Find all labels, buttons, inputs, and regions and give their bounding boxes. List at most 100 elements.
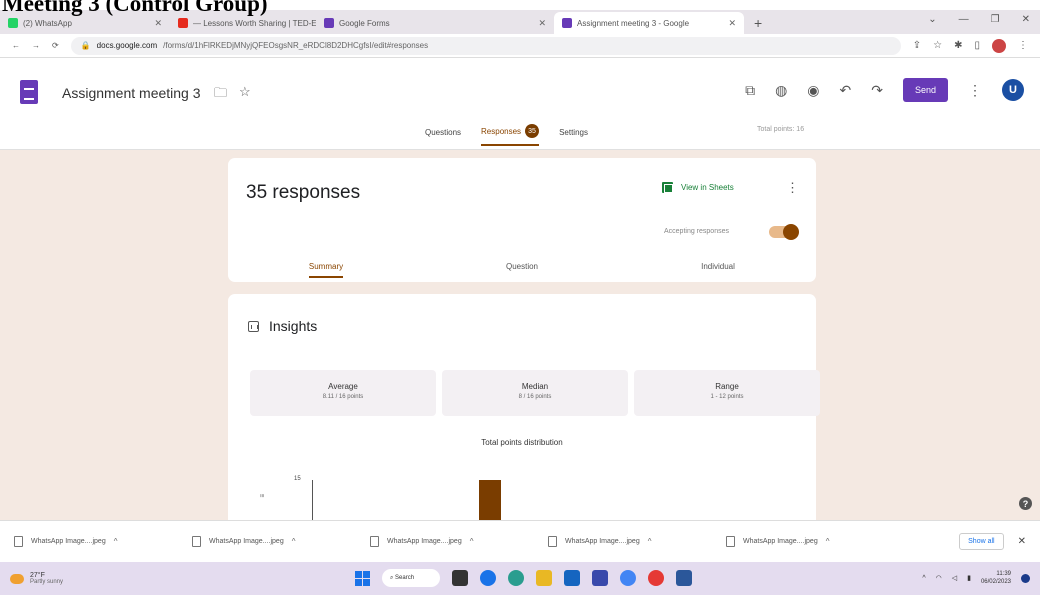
stat-value: 8.11 / 16 points: [322, 394, 364, 400]
browser-tab-google-forms[interactable]: Google Forms ✕: [316, 12, 554, 34]
chevron-up-icon[interactable]: ^: [826, 537, 830, 546]
chat-icon[interactable]: [480, 570, 496, 586]
maximize-icon[interactable]: ❐: [991, 14, 1000, 25]
download-item[interactable]: WhatsApp Image....jpeg ^: [14, 536, 192, 547]
help-icon[interactable]: ?: [1019, 497, 1032, 510]
subtab-summary[interactable]: Summary: [228, 262, 424, 278]
accepting-responses-toggle[interactable]: [769, 224, 799, 240]
download-item[interactable]: WhatsApp Image....jpeg ^: [192, 536, 370, 547]
taskbar-search-label: Search: [395, 575, 415, 581]
battery-icon[interactable]: ▮: [967, 574, 971, 582]
subtab-individual[interactable]: Individual: [620, 262, 816, 277]
preview-eye-icon[interactable]: ◉: [807, 82, 819, 99]
form-title[interactable]: Assignment meeting 3: [62, 85, 201, 101]
profile-avatar[interactable]: [992, 38, 1006, 53]
image-file-icon: [370, 536, 379, 547]
taskbar-search[interactable]: ⌕ Search: [382, 569, 440, 587]
share-icon[interactable]: ⇪: [913, 40, 921, 51]
close-icon[interactable]: ✕: [538, 18, 546, 29]
star-icon[interactable]: ☆: [933, 40, 942, 51]
whatsapp-icon: [8, 18, 18, 28]
responses-main: 35 responses View in Sheets ⋮ Accepting …: [0, 150, 1040, 520]
url-path: /forms/d/1hFlRKEDjMNyjQFEOsgsNR_eRDCl8D2…: [163, 41, 429, 50]
forms-logo-icon[interactable]: [20, 80, 38, 104]
distribution-title: Total points distribution: [481, 438, 563, 447]
undo-icon[interactable]: ↶: [840, 82, 852, 99]
chevron-up-icon[interactable]: ^: [114, 537, 118, 546]
download-filename: WhatsApp Image....jpeg: [743, 538, 818, 545]
stat-value: 8 / 16 points: [518, 394, 552, 400]
palette-icon[interactable]: ◍: [775, 82, 787, 99]
download-item[interactable]: WhatsApp Image....jpeg ^: [548, 536, 726, 547]
browser-tab-assignment[interactable]: Assignment meeting 3 - Google ✕: [554, 12, 744, 34]
forms-icon: [324, 18, 334, 28]
lock-icon: 🔒: [80, 41, 91, 50]
download-filename: WhatsApp Image....jpeg: [565, 538, 640, 545]
chevron-up-icon[interactable]: ^: [292, 537, 296, 546]
weather-widget[interactable]: 27°F Partly sunny: [10, 572, 63, 585]
close-icon[interactable]: ✕: [154, 18, 162, 29]
tab-questions[interactable]: Questions: [425, 124, 461, 146]
store-icon[interactable]: [564, 570, 580, 586]
photos-icon[interactable]: [592, 570, 608, 586]
windows-start-icon[interactable]: [355, 570, 370, 586]
url-field[interactable]: 🔒 docs.google.com/forms/d/1hFlRKEDjMNyjQ…: [70, 36, 901, 55]
close-icon[interactable]: ✕: [728, 18, 736, 29]
stat-label: Range: [715, 382, 739, 391]
download-item[interactable]: WhatsApp Image....jpeg ^: [726, 536, 904, 547]
view-in-sheets-link[interactable]: View in Sheets: [662, 182, 734, 193]
chart-bar[interactable]: [479, 480, 501, 520]
new-tab-button[interactable]: +: [744, 12, 772, 34]
tab-responses[interactable]: Responses 35: [481, 124, 540, 146]
tab-settings[interactable]: Settings: [559, 124, 588, 146]
volume-icon[interactable]: ◁: [952, 574, 957, 582]
chevron-up-icon[interactable]: ^: [648, 537, 652, 546]
subtab-question-label: Question: [505, 262, 539, 271]
show-all-button[interactable]: Show all: [959, 533, 1004, 550]
subtab-individual-label: Individual: [701, 262, 735, 271]
app-icon[interactable]: [648, 570, 664, 586]
extension-icon[interactable]: ✱: [954, 40, 962, 51]
download-item[interactable]: WhatsApp Image....jpeg ^: [370, 536, 548, 547]
back-icon[interactable]: ←: [12, 41, 20, 50]
close-icon[interactable]: ✕: [1018, 536, 1026, 547]
clock-date: 06/02/2023: [980, 579, 1011, 585]
file-explorer-icon[interactable]: [536, 570, 552, 586]
chart-y-tick: 15: [294, 476, 301, 482]
redo-icon[interactable]: ↷: [871, 82, 883, 99]
chart-y-axis-label: ≡: [260, 494, 266, 498]
addon-icon[interactable]: ⧉: [745, 82, 755, 99]
insights-icon: [248, 320, 259, 332]
subtab-question[interactable]: Question: [424, 262, 620, 277]
more-vert-icon[interactable]: ⋮: [786, 180, 799, 196]
more-vert-icon[interactable]: ⋮: [968, 82, 982, 99]
chevron-down-icon[interactable]: ⌄: [928, 14, 936, 25]
forms-header: Assignment meeting 3 🗀 ☆ ⧉ ◍ ◉ ↶ ↷ Send …: [0, 58, 1040, 150]
clock[interactable]: 11:39 06/02/2023: [981, 570, 1011, 586]
responses-count-badge: 35: [525, 124, 540, 138]
minimize-icon[interactable]: —: [959, 14, 969, 25]
chrome-icon[interactable]: [620, 570, 636, 586]
edge-icon[interactable]: [508, 570, 524, 586]
close-window-icon[interactable]: ✕: [1022, 14, 1030, 25]
notification-icon[interactable]: [1021, 573, 1030, 583]
download-filename: WhatsApp Image....jpeg: [387, 538, 462, 545]
task-view-icon[interactable]: [452, 570, 468, 586]
wifi-icon[interactable]: ◠: [936, 574, 942, 582]
word-icon[interactable]: [676, 570, 692, 586]
reload-icon[interactable]: ⟳: [52, 41, 59, 50]
sidebar-icon[interactable]: ▯: [974, 40, 980, 51]
send-button[interactable]: Send: [902, 78, 948, 102]
user-avatar[interactable]: U: [1002, 79, 1024, 101]
downloads-bar: WhatsApp Image....jpeg ^ WhatsApp Image.…: [0, 520, 1040, 562]
tab-label: (2) WhatsApp: [23, 18, 72, 28]
subtab-summary-label: Summary: [308, 262, 344, 278]
star-icon[interactable]: ☆: [239, 84, 251, 106]
folder-icon[interactable]: 🗀: [214, 84, 227, 106]
chevron-up-icon[interactable]: ^: [470, 537, 474, 546]
chevron-up-icon[interactable]: ^: [922, 575, 925, 582]
menu-icon[interactable]: ⋮: [1018, 40, 1028, 51]
tab-responses-label: Responses: [481, 126, 522, 136]
tab-label: Google Forms: [339, 18, 390, 28]
forward-icon[interactable]: →: [32, 41, 40, 50]
